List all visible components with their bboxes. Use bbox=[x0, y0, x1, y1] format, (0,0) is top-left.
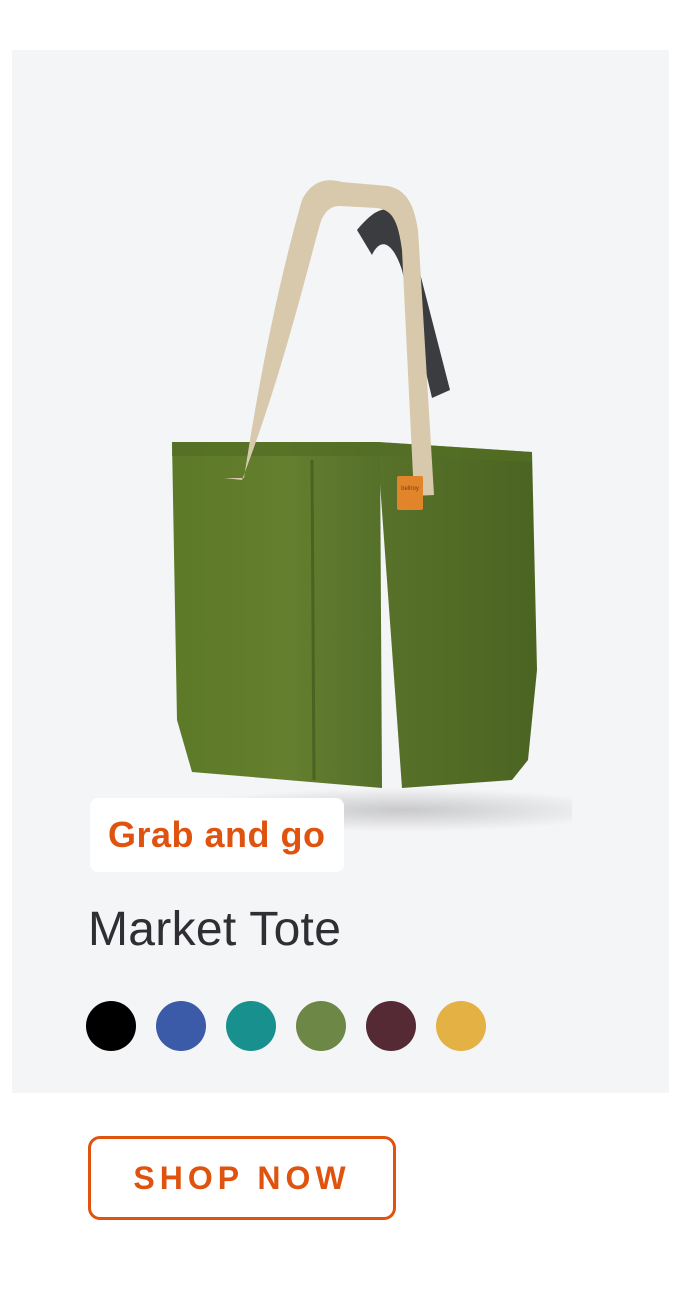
color-swatch-mustard[interactable] bbox=[436, 1001, 486, 1051]
brand-tag-text: bellroy bbox=[401, 486, 419, 492]
promo-badge-label: Grab and go bbox=[108, 814, 326, 855]
product-card[interactable]: bellroy Grab and go Market Tote bbox=[12, 50, 669, 1093]
shop-now-button[interactable]: SHOP NOW bbox=[88, 1136, 396, 1220]
brand-tag-icon bbox=[397, 476, 423, 510]
color-swatch-blue[interactable] bbox=[156, 1001, 206, 1051]
promo-badge: Grab and go bbox=[90, 798, 344, 872]
color-swatch-teal[interactable] bbox=[226, 1001, 276, 1051]
color-swatches bbox=[86, 1001, 486, 1051]
shop-now-label: SHOP NOW bbox=[133, 1159, 351, 1196]
color-swatch-maroon[interactable] bbox=[366, 1001, 416, 1051]
color-swatch-olive[interactable] bbox=[296, 1001, 346, 1051]
tote-bag-image: bellroy bbox=[172, 180, 572, 832]
color-swatch-black[interactable] bbox=[86, 1001, 136, 1051]
product-title[interactable]: Market Tote bbox=[88, 900, 341, 960]
